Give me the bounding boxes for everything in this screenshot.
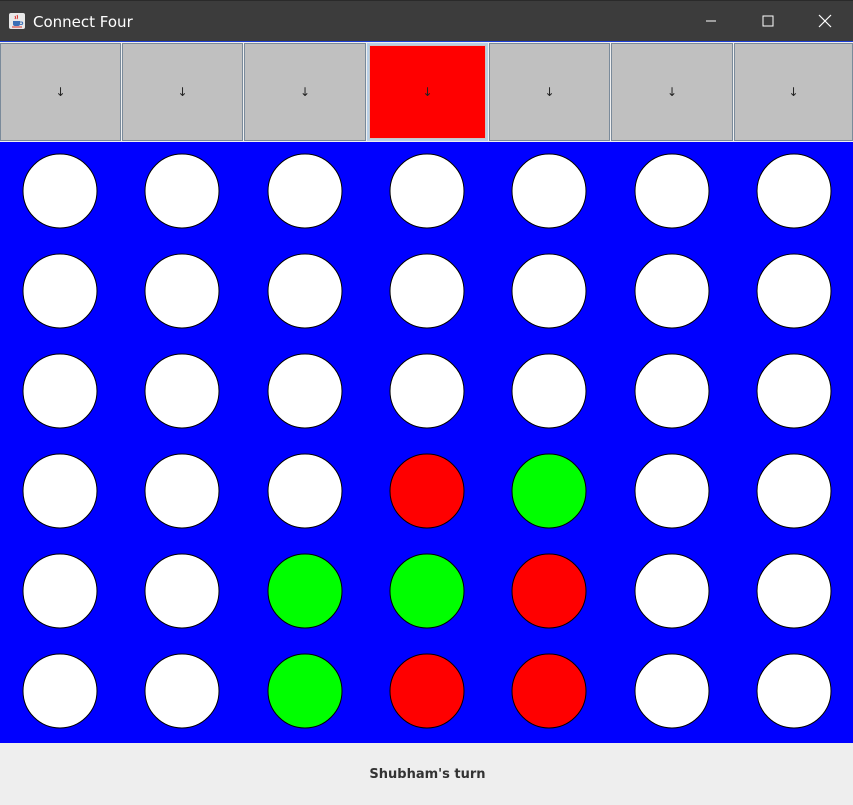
disc-slot-r1-c4-empty — [389, 153, 465, 229]
disc-slot-r5-c2-empty — [144, 553, 220, 629]
arrow-down-icon: ↓ — [544, 85, 555, 99]
disc-slot-r4-c4-red — [389, 453, 465, 529]
disc-slot-r1-c2-empty — [144, 153, 220, 229]
game-board — [0, 142, 853, 743]
disc-slot-r1-c5-empty — [511, 153, 587, 229]
disc-slot-r3-c6-empty — [634, 353, 710, 429]
disc-slot-r2-c4-empty — [389, 253, 465, 329]
disc-slot-r2-c5-empty — [511, 253, 587, 329]
disc-slot-r4-c3-empty — [267, 453, 343, 529]
disc-slot-r1-c7-empty — [756, 153, 832, 229]
maximize-icon — [762, 15, 774, 27]
column-button-6[interactable]: ↓ — [611, 43, 733, 141]
disc-slot-r1-c1-empty — [22, 153, 98, 229]
column-button-5[interactable]: ↓ — [489, 43, 610, 141]
disc-slot-r6-c5-red — [511, 653, 587, 729]
column-button-7[interactable]: ↓ — [734, 43, 853, 141]
disc-slot-r4-c1-empty — [22, 453, 98, 529]
arrow-down-icon: ↓ — [666, 85, 678, 99]
disc-slot-r3-c3-empty — [267, 353, 343, 429]
disc-slot-r1-c3-empty — [267, 153, 343, 229]
close-button[interactable] — [797, 1, 853, 41]
disc-slot-r5-c7-empty — [756, 553, 832, 629]
disc-slot-r2-c2-empty — [144, 253, 220, 329]
arrow-down-icon: ↓ — [177, 85, 188, 99]
disc-slot-r6-c2-empty — [144, 653, 220, 729]
maximize-button[interactable] — [740, 1, 796, 41]
disc-slot-r6-c6-empty — [634, 653, 710, 729]
arrow-down-icon: ↓ — [788, 85, 799, 99]
arrow-down-icon: ↓ — [55, 85, 66, 99]
disc-slot-r4-c2-empty — [144, 453, 220, 529]
disc-slot-r3-c1-empty — [22, 353, 98, 429]
board-canvas — [22, 153, 832, 729]
disc-slot-r2-c7-empty — [756, 253, 832, 329]
arrow-down-icon: ↓ — [299, 85, 311, 99]
disc-slot-r5-c1-empty — [22, 553, 98, 629]
minimize-button[interactable] — [683, 1, 739, 41]
title-bar[interactable]: Connect Four — [0, 0, 853, 41]
java-cup-icon — [9, 13, 25, 29]
column-buttons-row: ↓ ↓ ↓ ↓ ↓ ↓ ↓ — [0, 41, 853, 142]
disc-slot-r4-c7-empty — [756, 453, 832, 529]
disc-slot-r1-c6-empty — [634, 153, 710, 229]
minimize-icon — [705, 15, 717, 27]
disc-slot-r5-c6-empty — [634, 553, 710, 629]
disc-slot-r4-c5-green — [511, 453, 587, 529]
column-button-3[interactable]: ↓ — [244, 43, 366, 141]
disc-slot-r4-c6-empty — [634, 453, 710, 529]
disc-slot-r5-c3-green — [267, 553, 343, 629]
status-text: Shubham's turn — [369, 766, 486, 782]
close-icon — [818, 14, 832, 28]
window-title: Connect Four — [33, 13, 133, 31]
disc-slot-r6-c1-empty — [22, 653, 98, 729]
column-button-4[interactable]: ↓ — [367, 43, 488, 141]
disc-slot-r6-c4-red — [389, 653, 465, 729]
column-button-1[interactable]: ↓ — [0, 43, 121, 141]
status-bar: Shubham's turn — [0, 743, 853, 805]
disc-slot-r3-c7-empty — [756, 353, 832, 429]
arrow-down-icon: ↓ — [422, 85, 433, 99]
disc-slot-r2-c1-empty — [22, 253, 98, 329]
disc-slot-r6-c3-green — [267, 653, 343, 729]
disc-slot-r6-c7-empty — [756, 653, 832, 729]
disc-slot-r3-c2-empty — [144, 353, 220, 429]
disc-slot-r5-c4-green — [389, 553, 465, 629]
disc-slot-r3-c5-empty — [511, 353, 587, 429]
column-button-2[interactable]: ↓ — [122, 43, 243, 141]
connect-four-window: Connect Four ↓ ↓ ↓ ↓ ↓ ↓ ↓ Shubham's tur… — [0, 0, 853, 805]
disc-slot-r3-c4-empty — [389, 353, 465, 429]
disc-slot-r5-c5-red — [511, 553, 587, 629]
disc-slot-r2-c6-empty — [634, 253, 710, 329]
disc-slot-r2-c3-empty — [267, 253, 343, 329]
